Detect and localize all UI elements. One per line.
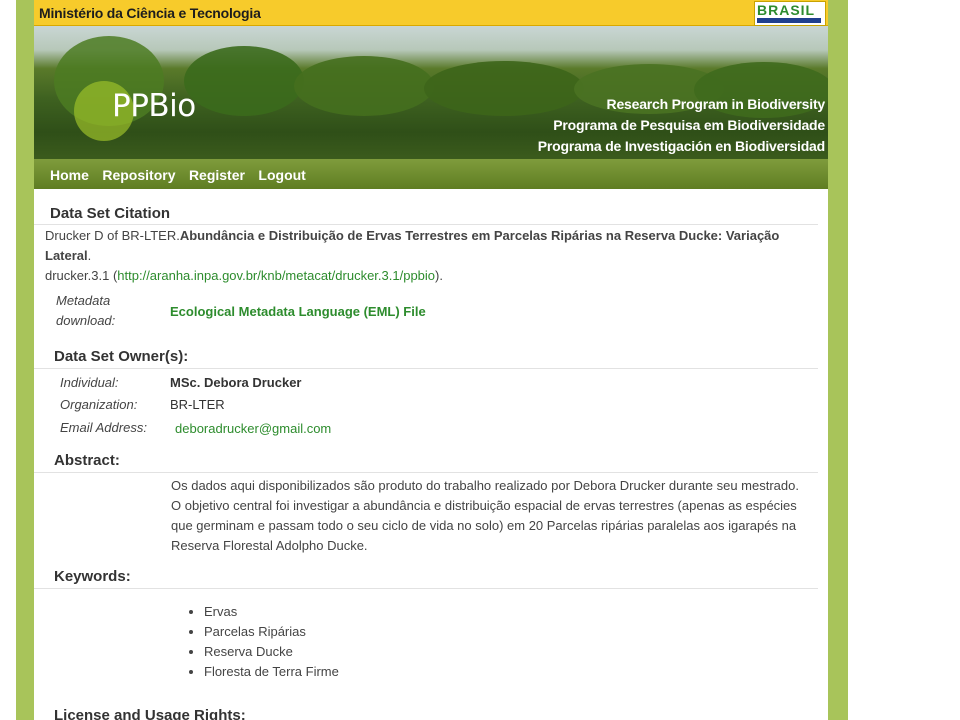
citation-text: Drucker D of BR-LTER.Abundância e Distri…	[45, 228, 780, 283]
citation-url-link[interactable]: http://aranha.inpa.gov.br/knb/metacat/dr…	[117, 268, 435, 283]
main-nav: Home Repository Register Logout	[34, 159, 828, 189]
top-bar: Ministério da Ciência e Tecnologia BRASI…	[34, 0, 828, 26]
brasil-logo[interactable]: BRASIL	[754, 1, 826, 26]
keyword-item: Floresta de Terra Firme	[204, 662, 339, 682]
organization-value: BR-LTER	[170, 397, 225, 412]
nav-register[interactable]: Register	[189, 167, 245, 183]
citation-author: Drucker D of BR-LTER.	[45, 228, 180, 243]
divider	[34, 368, 818, 369]
individual-value: MSc. Debora Drucker	[170, 375, 302, 390]
divider	[34, 588, 818, 589]
keywords-list: Ervas Parcelas Ripárias Reserva Ducke Fl…	[174, 602, 339, 682]
eml-download-link[interactable]: Ecological Metadata Language (EML) File	[170, 302, 426, 322]
tagline-es: Programa de Investigación en Biodiversid…	[537, 138, 825, 154]
nav-logout[interactable]: Logout	[258, 167, 305, 183]
license-heading: License and Usage Rights:	[54, 707, 246, 720]
abstract-heading: Abstract:	[54, 452, 120, 469]
email-label: Email Address:	[60, 420, 147, 435]
divider	[34, 224, 818, 225]
citation-id: drucker.3.1	[45, 268, 110, 283]
keyword-item: Reserva Ducke	[204, 642, 339, 662]
email-link[interactable]: deboradrucker@gmail.com	[175, 419, 331, 439]
nav-home[interactable]: Home	[50, 167, 89, 183]
individual-label: Individual:	[60, 375, 119, 390]
owner-heading: Data Set Owner(s):	[54, 348, 189, 365]
page: Ministério da Ciência e Tecnologia BRASI…	[34, 0, 828, 720]
metadata-download-label: Metadata download:	[56, 293, 116, 328]
tagline-en: Research Program in Biodiversity	[606, 96, 826, 112]
brasil-logo-text: BRASIL	[757, 2, 816, 18]
abstract-text: Os dados aqui disponibilizados são produ…	[171, 478, 799, 553]
divider	[34, 472, 818, 473]
keyword-item: Parcelas Ripárias	[204, 622, 339, 642]
brasil-logo-stripe	[757, 18, 821, 23]
ppbio-logo[interactable]: PPBio	[112, 88, 196, 124]
citation-heading: Data Set Citation	[50, 205, 171, 222]
tagline-pt: Programa de Pesquisa em Biodiversidade	[553, 117, 825, 133]
site-banner: PPBio Research Program in Biodiversity P…	[34, 26, 828, 159]
citation-title: Abundância e Distribuição de Ervas Terre…	[179, 228, 780, 243]
nav-repository[interactable]: Repository	[102, 167, 175, 183]
keywords-heading: Keywords:	[54, 568, 131, 585]
organization-label: Organization:	[60, 397, 138, 412]
citation-title-cont: Lateral	[45, 248, 88, 263]
ministry-title: Ministério da Ciência e Tecnologia	[39, 5, 261, 21]
keyword-item: Ervas	[204, 602, 339, 622]
